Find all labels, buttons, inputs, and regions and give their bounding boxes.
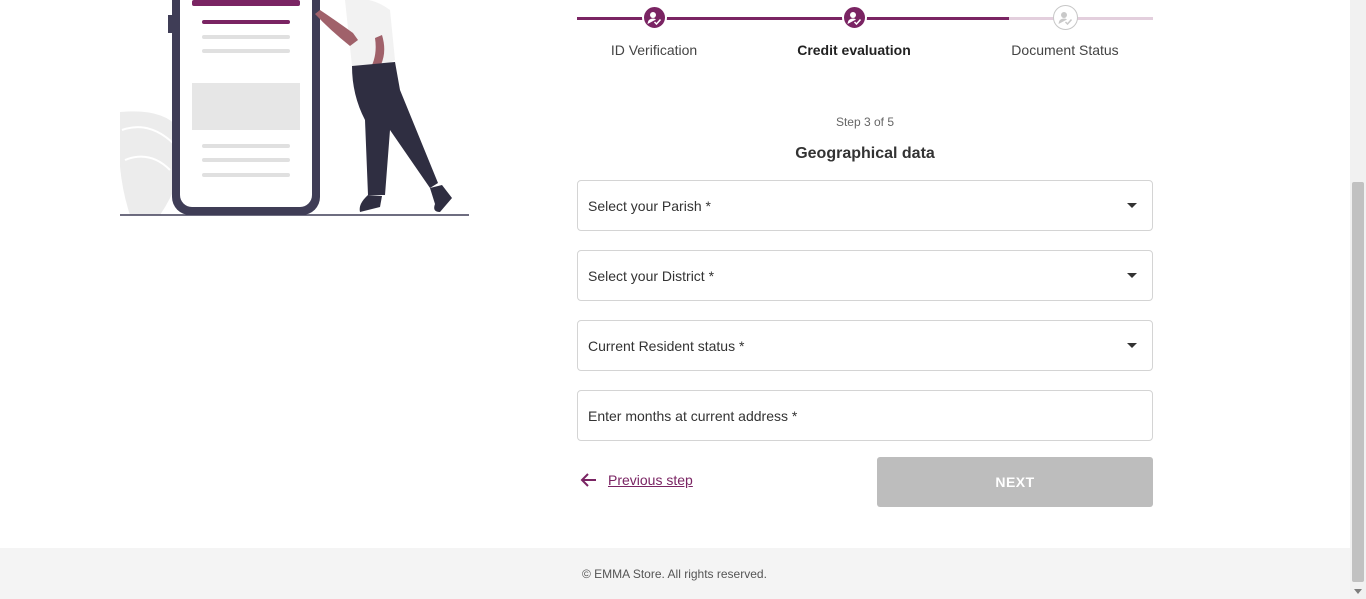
scrollbar-thumb[interactable] (1352, 182, 1364, 582)
chevron-down-icon (1127, 343, 1137, 348)
vertical-scrollbar[interactable] (1350, 0, 1366, 599)
step-label: Credit evaluation (797, 42, 911, 58)
chevron-down-icon (1127, 203, 1137, 208)
step-label: ID Verification (610, 42, 698, 58)
previous-step-label: Previous step (608, 472, 693, 488)
phone-illustration (118, 0, 470, 220)
step-counter: Step 3 of 5 (835, 115, 895, 129)
progress-stepper: ID Verification Credit evaluation Docume… (577, 0, 1153, 70)
previous-step-link[interactable]: Previous step (580, 471, 693, 489)
parish-select[interactable]: Select your Parish * (577, 180, 1153, 231)
next-button[interactable]: NEXT (877, 457, 1153, 507)
user-check-icon (841, 5, 867, 30)
chevron-down-icon (1127, 273, 1137, 278)
scroll-down-arrow-icon[interactable] (1354, 589, 1362, 594)
resident-status-placeholder: Current Resident status * (588, 337, 745, 354)
district-select-placeholder: Select your District * (588, 267, 715, 284)
user-check-icon (641, 5, 667, 30)
user-check-icon (1052, 5, 1078, 30)
resident-status-select[interactable]: Current Resident status * (577, 320, 1153, 371)
step-label: Document Status (1011, 42, 1119, 58)
months-at-address-input[interactable] (588, 407, 1142, 424)
months-at-address-field[interactable] (577, 390, 1153, 441)
step-credit-evaluation: Credit evaluation (779, 5, 929, 58)
step-document-status: Document Status (995, 5, 1135, 58)
district-select[interactable]: Select your District * (577, 250, 1153, 301)
copyright-text: © EMMA Store. All rights reserved. (582, 567, 767, 581)
step-id-verification: ID Verification (577, 5, 731, 58)
parish-select-placeholder: Select your Parish * (588, 197, 711, 214)
form-title: Geographical data (795, 145, 935, 162)
footer: © EMMA Store. All rights reserved. (0, 548, 1350, 599)
arrow-left-icon (580, 473, 596, 487)
